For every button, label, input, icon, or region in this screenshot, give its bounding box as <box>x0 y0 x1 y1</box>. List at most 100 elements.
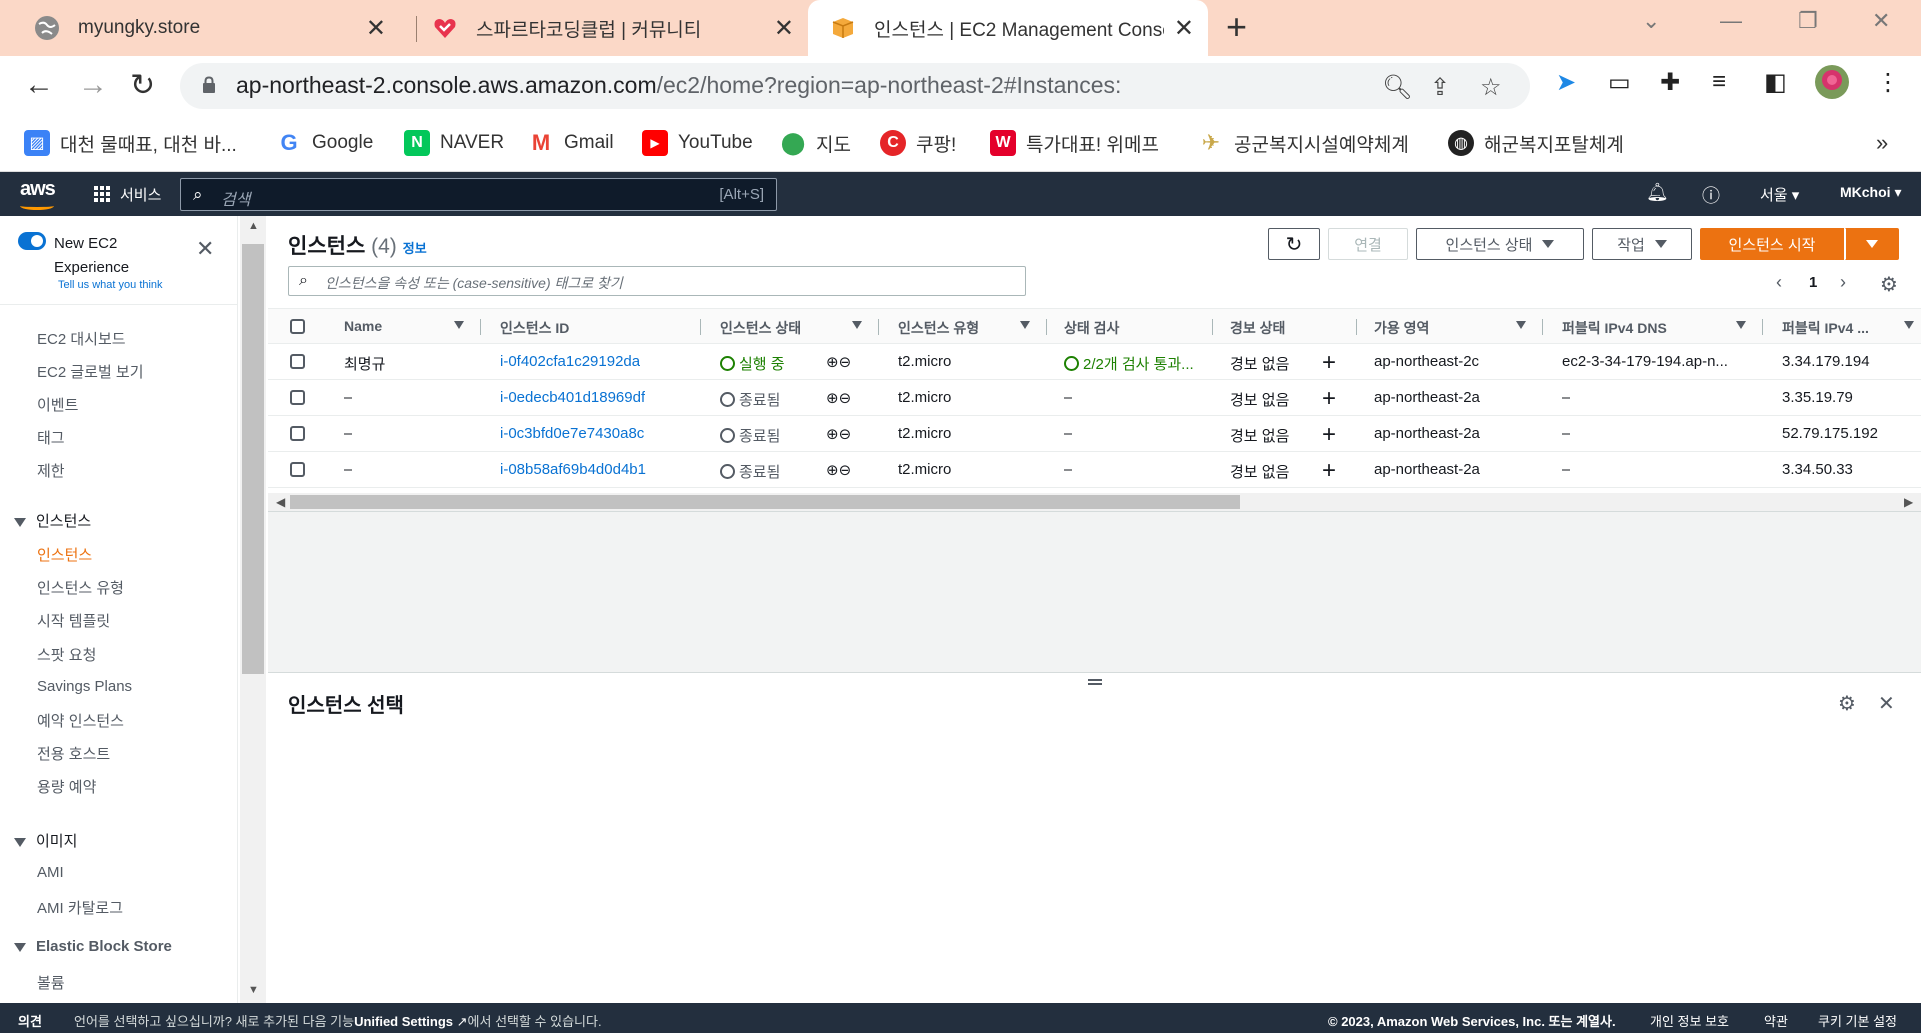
refresh-button[interactable]: ↻ <box>1268 228 1320 260</box>
scroll-down-icon[interactable]: ▼ <box>248 984 259 996</box>
sidebar-item-tags[interactable]: 태그 <box>37 427 65 448</box>
zoom-in-out-icons[interactable]: ⊕⊖ <box>826 425 851 443</box>
side-panel-icon[interactable]: ◧ <box>1764 68 1787 97</box>
col-instance-state[interactable]: 인스턴스 상태 <box>720 318 801 338</box>
row-checkbox[interactable] <box>290 354 305 369</box>
table-horizontal-scrollbar[interactable]: ◀ ▶ <box>268 493 1921 511</box>
sidebar-item-volumes[interactable]: 볼륨 <box>37 972 65 993</box>
add-alarm-icon[interactable]: + <box>1322 421 1336 449</box>
scrollbar-thumb[interactable] <box>242 244 264 674</box>
scroll-left-icon[interactable]: ◀ <box>276 495 285 509</box>
tab-search-chevron-icon[interactable]: ⌄ <box>1642 8 1660 34</box>
sort-icon[interactable] <box>1020 321 1030 329</box>
bookmark-item[interactable]: ▨ 대천 물때표, 대천 바... <box>24 128 237 158</box>
row-checkbox[interactable] <box>290 426 305 441</box>
aws-search-input[interactable]: ⌕ 검색 [Alt+S] <box>180 178 777 211</box>
browser-tab-sparta[interactable]: 스파르타코딩클럽 | 커뮤니티 ✕ <box>400 0 808 56</box>
sidebar-item-instance-types[interactable]: 인스턴스 유형 <box>37 577 124 598</box>
sidebar-section-instances[interactable]: 인스턴스 <box>14 510 91 531</box>
sidebar-item-limits[interactable]: 제한 <box>37 460 65 481</box>
cell-instance-id[interactable]: i-08b58af69b4d0d4b1 <box>500 461 646 478</box>
account-menu[interactable]: MKchoi ▾ <box>1840 184 1901 201</box>
forward-arrow-icon[interactable]: → <box>78 68 108 102</box>
resize-handle-icon[interactable] <box>1088 679 1102 685</box>
column-divider[interactable] <box>878 319 879 335</box>
sidebar-item-capacity-reservations[interactable]: 용량 예약 <box>37 776 96 797</box>
zoom-icon[interactable]: 🔍︎ <box>1382 73 1412 102</box>
add-alarm-icon[interactable]: + <box>1322 349 1336 377</box>
col-availability-zone[interactable]: 가용 영역 <box>1374 318 1429 338</box>
browser-tab-myungky[interactable]: myungky.store ✕ <box>0 0 400 56</box>
chrome-menu-icon[interactable]: ⋮ <box>1876 68 1900 97</box>
col-public-dns[interactable]: 퍼블릭 IPv4 DNS <box>1562 318 1667 338</box>
column-divider[interactable] <box>1762 319 1763 335</box>
close-sidebar-icon[interactable]: ✕ <box>196 236 214 262</box>
unified-settings-link[interactable]: Unified Settings <box>354 1014 453 1029</box>
close-tab-icon[interactable]: ✕ <box>774 14 794 43</box>
cookie-preferences-link[interactable]: 쿠키 기본 설정 <box>1818 1011 1897 1030</box>
url-omnibox[interactable]: ap-northeast-2.console.aws.amazon.com/ec… <box>180 63 1530 109</box>
sidebar-item-instances[interactable]: 인스턴스 <box>37 544 92 565</box>
close-panel-icon[interactable]: ✕ <box>1878 691 1895 716</box>
sidebar-section-ebs[interactable]: Elastic Block Store <box>14 938 172 955</box>
table-row[interactable]: 최명규 i-0f402cfa1c29192da 실행 중 ⊕⊖ t2.micro… <box>268 344 1921 380</box>
scrollbar-thumb[interactable] <box>290 495 1240 509</box>
close-tab-icon[interactable]: ✕ <box>1174 14 1194 43</box>
launch-dropdown-button[interactable] <box>1845 228 1899 260</box>
table-row[interactable]: – i-0edecb401d18969df 종료됨 ⊕⊖ t2.micro – … <box>268 380 1921 416</box>
help-icon[interactable]: ⓘ <box>1702 182 1720 208</box>
sidebar-item-ami[interactable]: AMI <box>37 864 64 881</box>
new-experience-toggle[interactable] <box>18 232 46 250</box>
new-tab-icon[interactable]: + <box>1226 6 1247 48</box>
scroll-up-icon[interactable]: ▲ <box>248 220 259 232</box>
add-alarm-icon[interactable]: + <box>1322 457 1336 485</box>
bookmark-item[interactable]: W 특가대표! 위메프 <box>990 128 1159 158</box>
cell-status-check[interactable]: 2/2개 검사 통과... <box>1064 353 1210 374</box>
bookmark-item[interactable]: ◍ 해군복지포탈체계 <box>1448 128 1624 158</box>
sidebar-item-dashboard[interactable]: EC2 대시보드 <box>37 328 126 349</box>
extension-translate-icon[interactable]: ➤ <box>1556 68 1576 97</box>
page-number[interactable]: 1 <box>1809 274 1817 291</box>
sidebar-item-reserved-instances[interactable]: 예약 인스턴스 <box>37 710 124 731</box>
cast-icon[interactable]: ▭ <box>1608 68 1631 97</box>
terms-link[interactable]: 약관 <box>1764 1011 1788 1030</box>
next-page-icon[interactable]: › <box>1840 272 1846 293</box>
sort-icon[interactable] <box>1516 321 1526 329</box>
sort-icon[interactable] <box>1904 321 1914 329</box>
col-name[interactable]: Name <box>344 318 382 334</box>
minimize-icon[interactable]: — <box>1720 8 1742 34</box>
extensions-puzzle-icon[interactable]: ✚ <box>1660 68 1680 97</box>
info-link[interactable]: 정보 <box>403 241 427 256</box>
column-divider[interactable] <box>480 319 481 335</box>
sidebar-item-launch-templates[interactable]: 시작 템플릿 <box>37 610 110 631</box>
notifications-bell-icon[interactable]: 🔔︎ <box>1646 182 1669 203</box>
row-checkbox[interactable] <box>290 390 305 405</box>
cell-instance-id[interactable]: i-0c3bfd0e7e7430a8c <box>500 425 644 442</box>
cell-instance-id[interactable]: i-0edecb401d18969df <box>500 389 645 406</box>
more-bookmarks-icon[interactable]: » <box>1876 128 1888 158</box>
bookmark-item[interactable]: M Gmail <box>528 128 614 158</box>
sidebar-section-images[interactable]: 이미지 <box>14 830 77 851</box>
sort-icon[interactable] <box>454 321 464 329</box>
row-checkbox[interactable] <box>290 462 305 477</box>
sidebar-item-events[interactable]: 이벤트 <box>37 394 78 415</box>
col-alarm-status[interactable]: 경보 상태 <box>1230 318 1285 338</box>
profile-avatar[interactable] <box>1814 64 1850 107</box>
col-instance-id[interactable]: 인스턴스 ID <box>500 318 569 338</box>
sort-icon[interactable] <box>852 321 862 329</box>
bookmark-item[interactable]: N NAVER <box>404 128 504 158</box>
bookmark-star-icon[interactable]: ☆ <box>1480 73 1502 102</box>
zoom-in-out-icons[interactable]: ⊕⊖ <box>826 461 851 479</box>
preferences-gear-icon[interactable]: ⚙ <box>1838 691 1856 716</box>
sidebar-item-ami-catalog[interactable]: AMI 카탈로그 <box>37 897 123 918</box>
prev-page-icon[interactable]: ‹ <box>1776 272 1782 293</box>
col-public-ip[interactable]: 퍼블릭 IPv4 ... <box>1782 318 1869 338</box>
column-divider[interactable] <box>1542 319 1543 335</box>
services-grid-icon[interactable] <box>94 186 110 202</box>
region-selector[interactable]: 서울 ▾ <box>1760 184 1799 205</box>
feedback-link[interactable]: Tell us what you think <box>58 279 163 291</box>
bookmark-item[interactable]: C 쿠팡! <box>880 128 956 158</box>
zoom-in-out-icons[interactable]: ⊕⊖ <box>826 353 851 371</box>
connect-button[interactable]: 연결 <box>1328 228 1408 260</box>
instance-filter-input[interactable]: ⌕ 인스턴스을 속성 또는 (case-sensitive) 태그로 찾기 <box>288 266 1026 296</box>
